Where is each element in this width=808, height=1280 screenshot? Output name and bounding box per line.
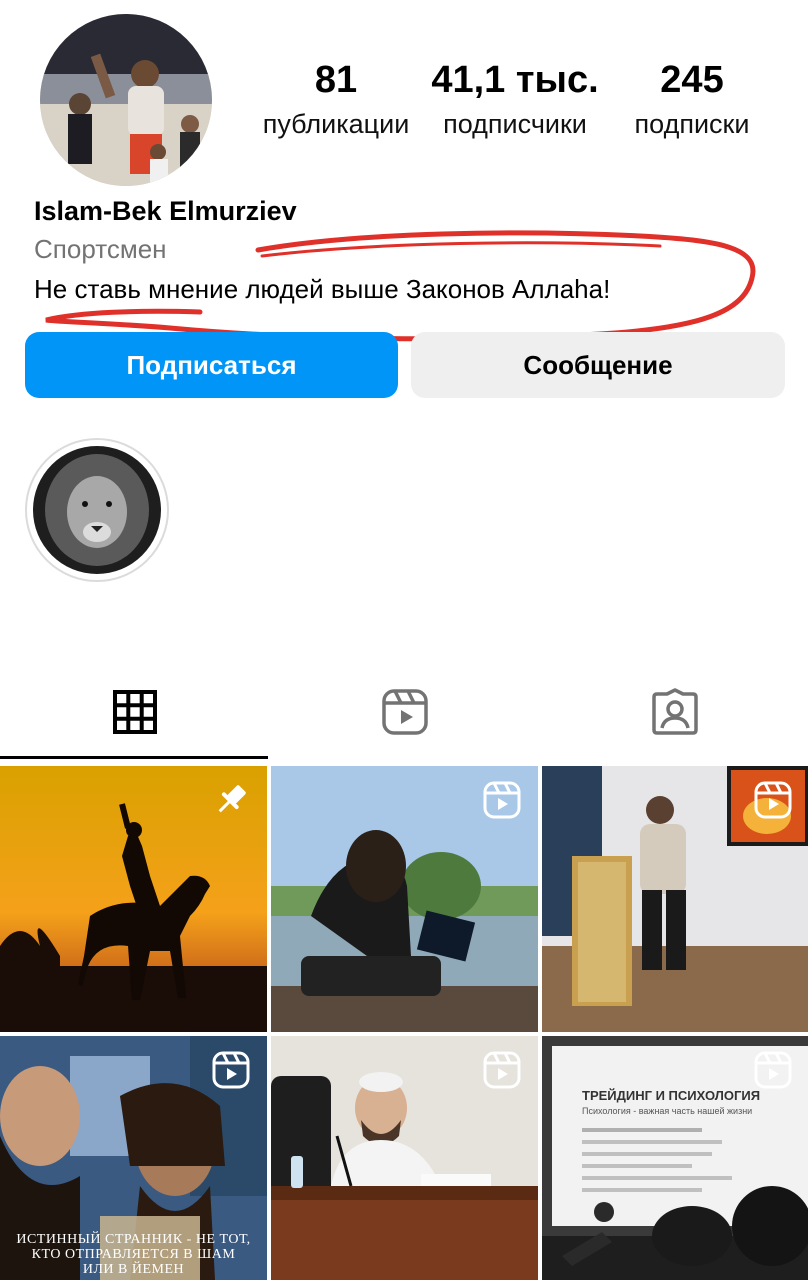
caption-line: КТО ОТПРАВЛЯЕТСЯ В ШАМ xyxy=(31,1247,236,1262)
posts-count: 81 xyxy=(314,59,358,101)
profile-avatar[interactable] xyxy=(40,14,212,186)
reels-icon xyxy=(483,1051,521,1089)
profile-tabs xyxy=(0,664,808,760)
followers-count: 41,1 тыс. xyxy=(431,59,599,101)
avatar-photo xyxy=(40,14,212,186)
post-thumbnail[interactable] xyxy=(0,766,267,1032)
profile-bio: Не ставь мнение людей выше Законов Аллаh… xyxy=(34,274,611,304)
slide-title: ТРЕЙДИНГ И ПСИХОЛОГИЯ xyxy=(582,1088,761,1103)
message-button[interactable]: Сообщение xyxy=(411,332,785,398)
post-thumbnail[interactable] xyxy=(542,766,808,1032)
post-thumbnail[interactable] xyxy=(271,766,538,1032)
story-highlight[interactable] xyxy=(25,438,169,582)
stat-followers[interactable]: 41,1 тыс. подписчики xyxy=(430,56,600,144)
slide-subtitle: Психология - важная часть нашей жизни xyxy=(582,1106,753,1116)
highlight-lion-image xyxy=(33,446,161,574)
reels-icon xyxy=(754,781,792,819)
post-thumbnail[interactable]: ИСТИННЫЙ СТРАННИК - НЕ ТОТ, КТО ОТПРАВЛЯ… xyxy=(0,1036,267,1280)
selected-tab-indicator xyxy=(0,756,268,759)
follow-button[interactable]: Подписаться xyxy=(25,332,398,398)
caption-line: ИСТИННЫЙ СТРАННИК - НЕ ТОТ, xyxy=(16,1232,251,1247)
post-thumbnail[interactable] xyxy=(271,1036,538,1280)
following-count: 245 xyxy=(660,59,724,101)
grid-icon xyxy=(112,690,157,734)
stat-following[interactable]: 245 подписки xyxy=(624,56,760,144)
caption-line: ИЛИ В ЙЕМЕН xyxy=(82,1262,185,1277)
following-label: подписки xyxy=(634,109,750,139)
stat-posts[interactable]: 81 публикации xyxy=(255,56,417,144)
profile-name: Islam-Bek Elmurziev xyxy=(34,196,297,226)
tagged-icon xyxy=(651,688,698,735)
reels-icon xyxy=(754,1051,792,1089)
post-caption-overlay: ИСТИННЫЙ СТРАННИК - НЕ ТОТ, КТО ОТПРАВЛЯ… xyxy=(0,1232,267,1277)
reels-icon xyxy=(212,1051,250,1089)
tab-reels[interactable] xyxy=(270,664,539,760)
pin-icon xyxy=(218,785,246,813)
reels-icon xyxy=(381,689,428,735)
followers-label: подписчики xyxy=(443,109,587,139)
profile-category: Спортсмен xyxy=(34,234,167,264)
post-thumbnail[interactable]: ТРЕЙДИНГ И ПСИХОЛОГИЯ Психология - важна… xyxy=(542,1036,808,1280)
tab-grid[interactable] xyxy=(0,664,269,760)
posts-label: публикации xyxy=(262,109,410,139)
reels-icon xyxy=(483,781,521,819)
tab-tagged[interactable] xyxy=(540,664,808,760)
